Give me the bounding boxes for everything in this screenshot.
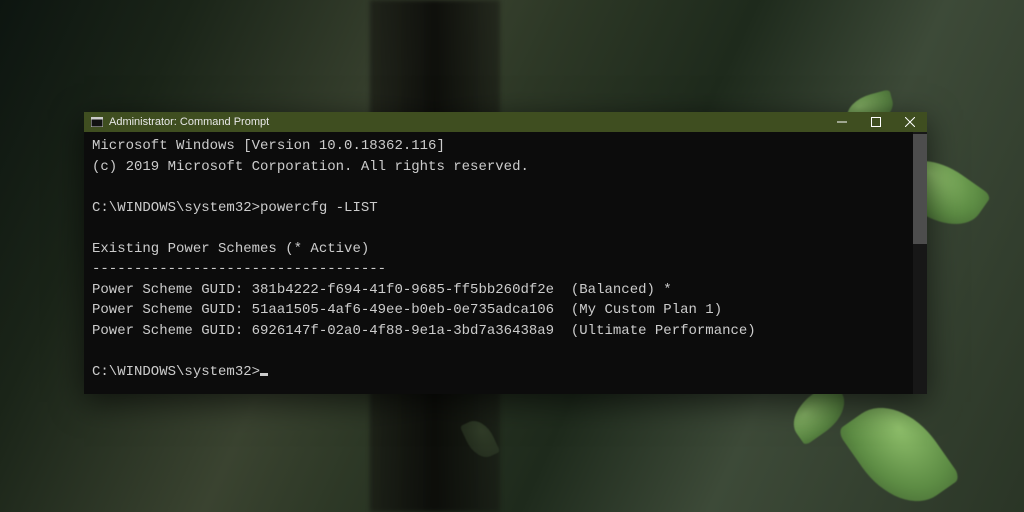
output-heading: Existing Power Schemes (* Active) <box>92 241 369 257</box>
banner-line: (c) 2019 Microsoft Corporation. All righ… <box>92 159 529 175</box>
output-divider: ----------------------------------- <box>92 261 386 277</box>
power-scheme-line: Power Scheme GUID: 6926147f-02a0-4f88-9e… <box>92 323 756 339</box>
cursor <box>260 373 268 376</box>
scrollbar[interactable] <box>913 132 927 394</box>
window-title: Administrator: Command Prompt <box>109 116 269 128</box>
scrollbar-thumb[interactable] <box>913 134 927 244</box>
cmd-icon <box>90 115 104 129</box>
banner-line: Microsoft Windows [Version 10.0.18362.11… <box>92 138 445 154</box>
minimize-button[interactable] <box>825 112 859 132</box>
terminal-output[interactable]: Microsoft Windows [Version 10.0.18362.11… <box>84 132 927 394</box>
desktop-wallpaper: Administrator: Command Prompt Microsoft … <box>0 0 1024 512</box>
prompt: C:\WINDOWS\system32> <box>92 200 260 216</box>
titlebar[interactable]: Administrator: Command Prompt <box>84 112 927 132</box>
power-scheme-line: Power Scheme GUID: 381b4222-f694-41f0-96… <box>92 282 672 298</box>
prompt: C:\WINDOWS\system32> <box>92 364 260 380</box>
command-text: powercfg -LIST <box>260 200 378 216</box>
power-scheme-line: Power Scheme GUID: 51aa1505-4af6-49ee-b0… <box>92 302 722 318</box>
wallpaper-leaf <box>837 388 962 512</box>
command-prompt-window: Administrator: Command Prompt Microsoft … <box>84 112 927 394</box>
close-button[interactable] <box>893 112 927 132</box>
maximize-button[interactable] <box>859 112 893 132</box>
